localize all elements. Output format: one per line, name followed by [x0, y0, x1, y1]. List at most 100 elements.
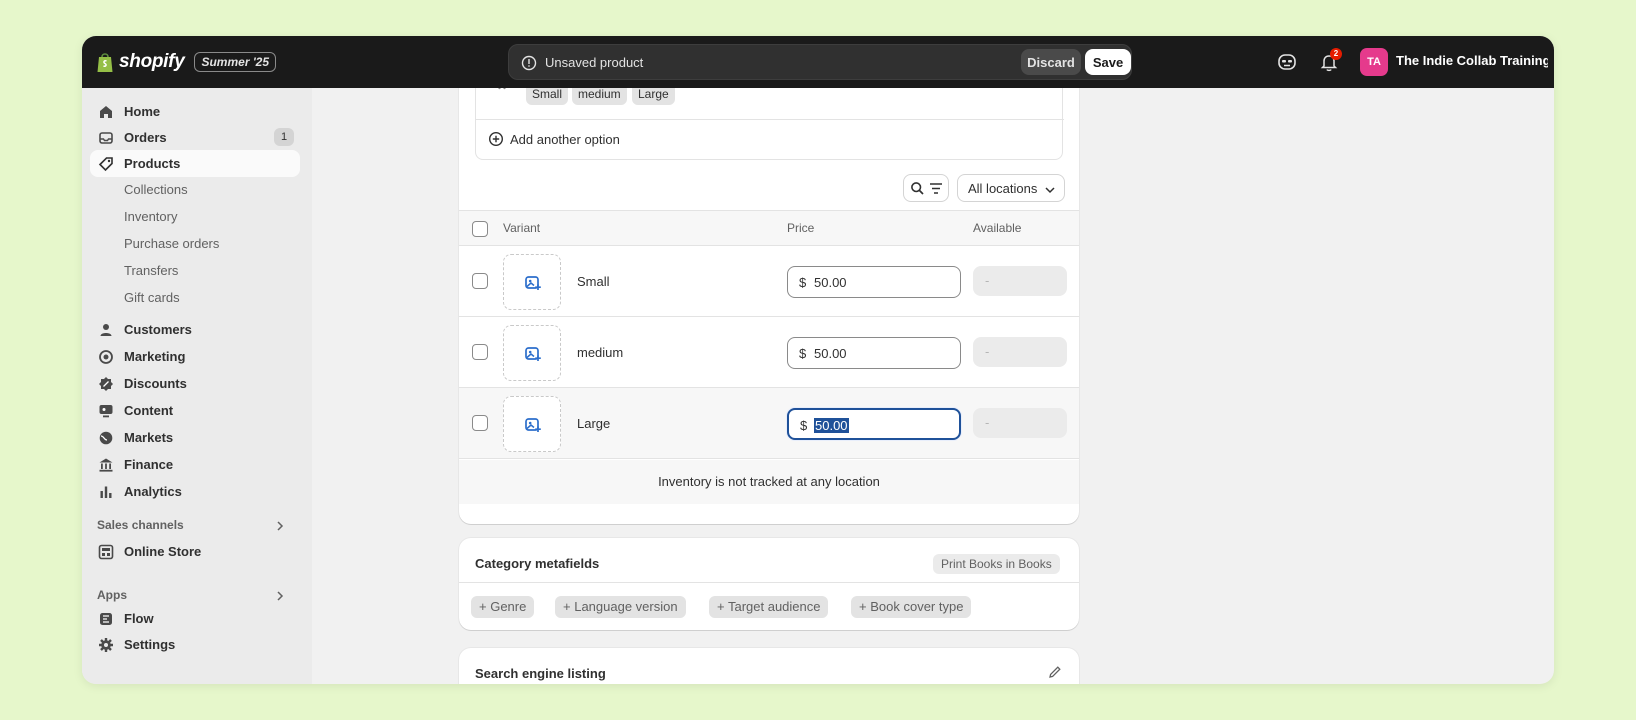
- available-field: -: [973, 337, 1067, 367]
- sidebar-item-customers[interactable]: Customers: [90, 316, 300, 343]
- metafield-chip-genre[interactable]: + Genre: [471, 596, 535, 618]
- available-field: -: [973, 408, 1067, 438]
- sidebar-item-discounts[interactable]: Discounts: [90, 370, 300, 397]
- app-window: shopify Summer '25 Unsaved product Disca…: [82, 36, 1554, 684]
- sidebar-item-orders[interactable]: Orders 1: [90, 124, 300, 151]
- column-header-available: Available: [973, 221, 1022, 235]
- sidebar-item-markets[interactable]: Markets: [90, 424, 300, 451]
- inventory-note: Inventory is not tracked at any location: [459, 460, 1079, 504]
- add-variant-image-button[interactable]: [503, 325, 561, 381]
- sidebar-item-settings[interactable]: Settings: [90, 631, 300, 658]
- bar-chart-icon: [100, 486, 112, 498]
- price-value: 50.00: [814, 275, 847, 290]
- row-checkbox[interactable]: [472, 273, 488, 289]
- bank-icon: [99, 458, 113, 472]
- edit-pencil-icon[interactable]: [1047, 664, 1063, 680]
- variant-row-small[interactable]: Small $ 50.00 -: [459, 246, 1079, 317]
- currency-symbol: $: [799, 346, 807, 361]
- top-bar: shopify Summer '25 Unsaved product Disca…: [82, 36, 1554, 88]
- main-content: Small medium Large Add another option Al…: [312, 88, 1554, 684]
- discount-icon: [99, 377, 113, 391]
- sidebar: Home Orders 1 Products Collections Inven…: [82, 88, 312, 684]
- add-another-option-button[interactable]: Add another option: [488, 131, 620, 147]
- sidebar-item-online-store[interactable]: Online Store: [90, 538, 300, 565]
- shopify-logo[interactable]: shopify Summer '25: [96, 49, 277, 75]
- location-filter-dropdown[interactable]: All locations: [957, 174, 1065, 202]
- store-name[interactable]: The Indie Collab Training ...: [1396, 53, 1548, 68]
- drag-handle-icon[interactable]: [496, 88, 508, 91]
- alert-circle-icon: [521, 55, 537, 71]
- row-checkbox[interactable]: [472, 344, 488, 360]
- price-value: 50.00: [814, 346, 847, 361]
- edition-badge[interactable]: Summer '25: [194, 52, 277, 72]
- sidebar-subitem-collections[interactable]: Collections: [124, 182, 188, 197]
- discard-button[interactable]: Discard: [1021, 49, 1081, 75]
- variant-name: Large: [577, 416, 611, 431]
- content-icon: [99, 405, 113, 418]
- variant-row-medium[interactable]: medium $ 50.00 -: [459, 317, 1079, 388]
- select-all-checkbox[interactable]: [472, 221, 488, 237]
- notification-badge: 2: [1330, 48, 1342, 60]
- image-add-icon: [525, 276, 541, 290]
- metafield-chip-target-audience[interactable]: + Target audience: [709, 596, 829, 618]
- avatar[interactable]: TA: [1360, 48, 1388, 76]
- currency-symbol: $: [800, 418, 808, 433]
- home-icon: [100, 106, 112, 118]
- gear-icon: [99, 638, 113, 652]
- price-value-selected: 50.00: [814, 418, 849, 433]
- apps-label: Apps: [97, 588, 127, 602]
- metafield-chip-book-cover-type[interactable]: + Book cover type: [851, 596, 972, 618]
- sidekick-icon[interactable]: [1276, 51, 1298, 73]
- category-metafields-title: Category metafields: [475, 556, 600, 571]
- image-add-icon: [525, 347, 541, 361]
- category-badge[interactable]: Print Books in Books: [933, 554, 1060, 574]
- variant-row-large[interactable]: Large $ 50.00 -: [459, 388, 1079, 459]
- search-engine-listing-card: Search engine listing: [459, 648, 1079, 684]
- column-header-variant[interactable]: Variant: [503, 221, 540, 235]
- row-checkbox[interactable]: [472, 415, 488, 431]
- sidebar-item-home[interactable]: Home: [90, 98, 300, 125]
- divider: [459, 582, 1079, 583]
- metafield-chip-language-version[interactable]: + Language version: [555, 596, 686, 618]
- image-add-icon: [525, 418, 541, 432]
- sidebar-item-content[interactable]: Content: [90, 397, 300, 424]
- add-variant-image-button[interactable]: [503, 254, 561, 310]
- sidebar-item-marketing[interactable]: Marketing: [90, 343, 300, 370]
- sidebar-item-finance[interactable]: Finance: [90, 451, 300, 478]
- price-input[interactable]: $ 50.00: [787, 266, 961, 298]
- variant-name: Small: [577, 274, 610, 289]
- sales-channels-label: Sales channels: [97, 518, 184, 532]
- search-icon: [911, 182, 924, 195]
- search-filter-button[interactable]: [903, 174, 949, 202]
- sidebar-item-analytics[interactable]: Analytics: [90, 478, 300, 505]
- column-header-price: Price: [787, 221, 815, 235]
- chevron-right-icon[interactable]: [274, 590, 286, 602]
- shopify-bag-icon: [97, 53, 113, 72]
- currency-symbol: $: [799, 275, 807, 290]
- sidebar-subitem-transfers[interactable]: Transfers: [124, 263, 178, 278]
- variant-name: medium: [577, 345, 624, 360]
- sidebar-subitem-inventory[interactable]: Inventory: [124, 209, 177, 224]
- price-input[interactable]: $ 50.00: [787, 337, 961, 369]
- orders-count-badge: 1: [274, 128, 294, 146]
- sidebar-item-products[interactable]: Products: [90, 150, 300, 177]
- sidebar-subitem-gift-cards[interactable]: Gift cards: [124, 290, 180, 305]
- chevron-down-icon: [1045, 187, 1055, 194]
- sidebar-item-flow[interactable]: Flow: [90, 605, 300, 632]
- chevron-right-icon[interactable]: [274, 520, 286, 532]
- price-input-focused[interactable]: $ 50.00: [787, 408, 961, 440]
- option-value-tag[interactable]: Small: [526, 88, 569, 105]
- target-icon: [99, 350, 113, 364]
- option-value-tag[interactable]: medium: [572, 88, 627, 105]
- inbox-icon: [99, 132, 113, 144]
- person-icon: [100, 324, 112, 336]
- add-variant-image-button[interactable]: [503, 396, 561, 452]
- sidebar-subitem-purchase-orders[interactable]: Purchase orders: [124, 236, 219, 251]
- brand-name: shopify: [119, 51, 185, 72]
- option-value-tag[interactable]: Large: [632, 88, 675, 105]
- save-button[interactable]: Save: [1085, 49, 1131, 75]
- contextual-save-bar: Unsaved product Discard Save: [508, 44, 1132, 80]
- category-metafields-card: Category metafields Print Books in Books…: [459, 538, 1079, 630]
- variants-card: Small medium Large Add another option Al…: [459, 88, 1079, 524]
- flow-icon: [100, 613, 112, 625]
